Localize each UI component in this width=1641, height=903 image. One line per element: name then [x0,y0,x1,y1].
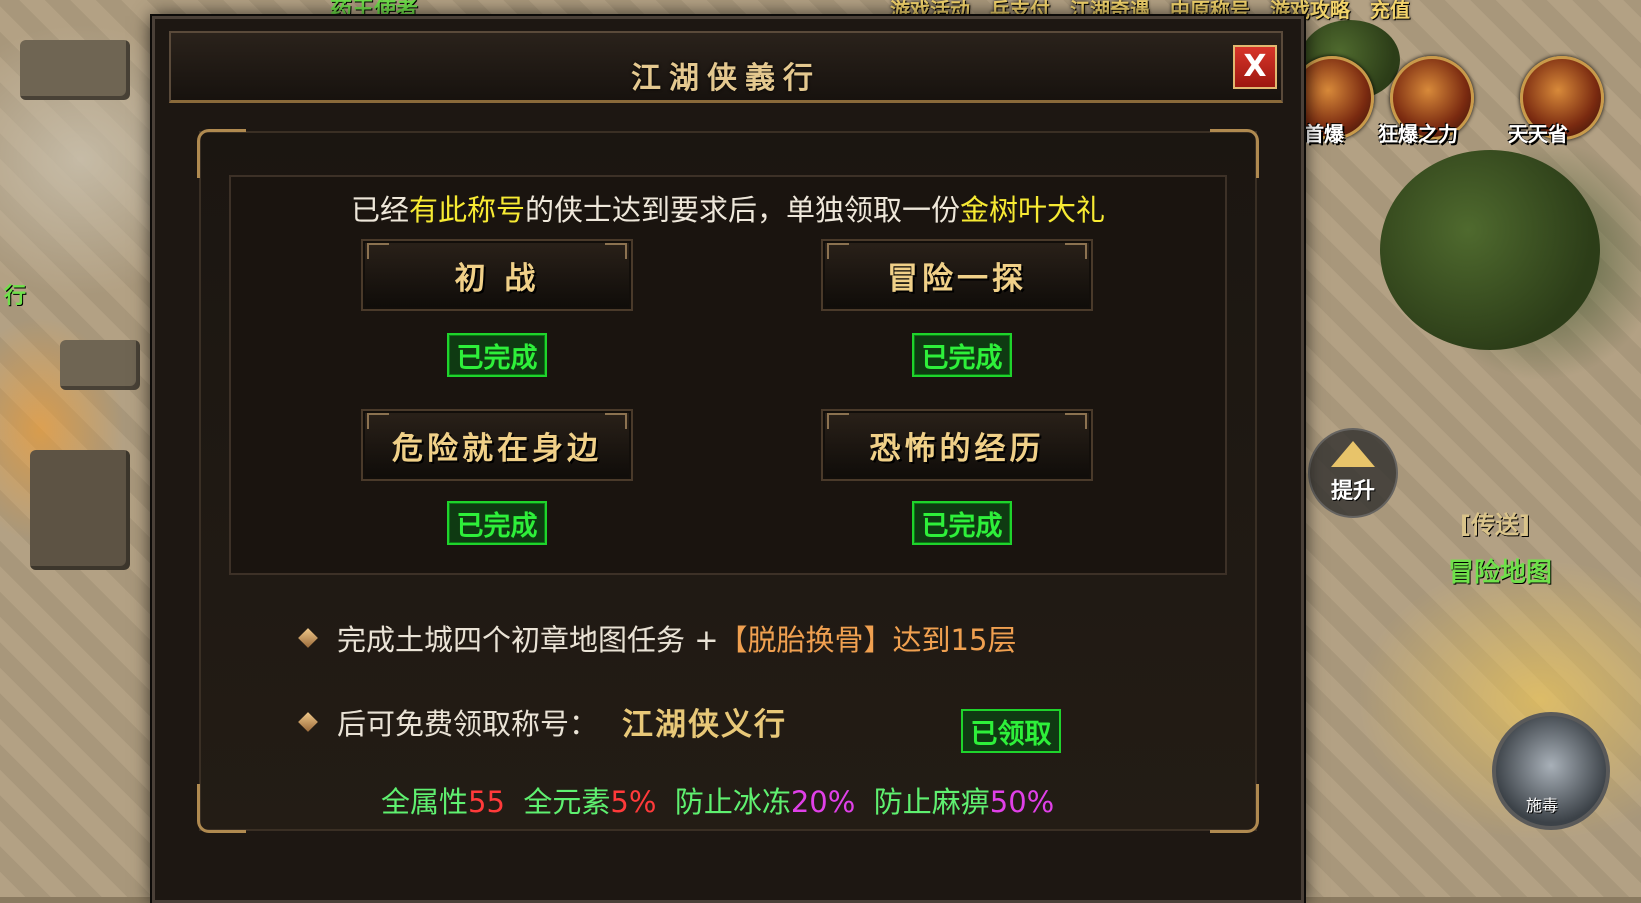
menu-item-recharge[interactable]: 充值 [1360,0,1420,23]
requirement-prefix: 完成土城四个初章地图任务 + [337,623,719,657]
stat-bonuses: 全属性55 全元素5% 防止冰冻20% 防止麻痹50% [381,779,1054,821]
dialog-titlebar: 江湖侠義行 [169,31,1283,103]
reward-title-name: 江湖侠义行 [622,707,788,743]
corner-ornament [1210,129,1259,178]
rock [30,450,130,570]
quest-adventure[interactable]: 冒险一探 [821,239,1093,311]
stat-label: 全元素 [523,785,611,819]
quest-first-battle[interactable]: 初 战 [361,239,633,311]
requirement-suffix: 达到15层 [892,623,1017,657]
intro-text: 已经有此称号的侠士达到要求后，单独领取一份金树叶大礼 [231,187,1225,229]
quest-status-completed: 已完成 [912,333,1012,377]
stat-value: 55 [468,785,505,819]
reward-prefix: 后可免费领取称号： [337,706,599,741]
requirement-highlight: 【脱胎换骨】 [718,623,893,657]
title-dialog: 江湖侠義行 X 已经有此称号的侠士达到要求后，单独领取一份金树叶大礼 初 战 已… [152,16,1304,903]
quest-status-completed: 已完成 [912,501,1012,545]
stat-label: 防止麻痹 [873,785,990,819]
close-icon: X [1243,49,1267,84]
quest-horror-experience[interactable]: 恐怖的经历 [821,409,1093,481]
quest-status-completed: 已完成 [447,501,547,545]
upgrade-label: 提升 [1330,479,1375,504]
first-drop-label: 首爆 [1304,122,1344,146]
teleport-map-link[interactable]: 冒险地图 [1448,552,1552,589]
corner-ornament [1210,784,1259,833]
tree [1380,150,1600,350]
upgrade-button[interactable]: 提升 [1308,428,1398,518]
intro-highlight-reward: 金树叶大礼 [960,193,1106,227]
rock [20,40,130,100]
intro-part1: 已经 [350,193,409,227]
diamond-bullet-icon [298,628,318,648]
stat-label: 全属性 [381,785,469,819]
quest-panel: 已经有此称号的侠士达到要求后，单独领取一份金树叶大礼 初 战 已完成 冒险一探 … [229,175,1227,575]
corner-ornament [197,784,246,833]
stat-label: 防止冰冻 [674,785,791,819]
dialog-title: 江湖侠義行 [631,61,821,96]
diamond-bullet-icon [298,711,318,732]
intro-part2: 的侠士达到要求后，单独领取一份 [525,193,961,227]
corner-ornament [197,129,246,178]
side-label: 行 [4,284,27,309]
teleport-label[interactable]: [传送] [1460,505,1530,540]
rage-power-label: 狂爆之力 [1378,122,1458,146]
reward-line: 后可免费领取称号： 江湖侠义行 [298,699,788,744]
requirement-line: 完成土城四个初章地图任务 + 【脱胎换骨】 达到15层 [298,617,1017,659]
intro-highlight-title: 有此称号 [408,193,525,227]
close-button[interactable]: X [1233,45,1277,89]
quest-danger-nearby[interactable]: 危险就在身边 [361,409,633,481]
up-arrow-icon [1331,441,1375,467]
stat-value: 20% [790,785,856,819]
dialog-content: 已经有此称号的侠士达到要求后，单独领取一份金树叶大礼 初 战 已完成 冒险一探 … [197,129,1259,833]
claimed-button[interactable]: 已领取 [961,709,1061,753]
skill-label: 施毒 [1526,796,1559,815]
rock [60,340,140,390]
daily-save-label: 天天省 [1508,122,1568,146]
stat-value: 50% [989,785,1055,819]
quest-status-completed: 已完成 [447,333,547,377]
stat-value: 5% [610,785,657,819]
